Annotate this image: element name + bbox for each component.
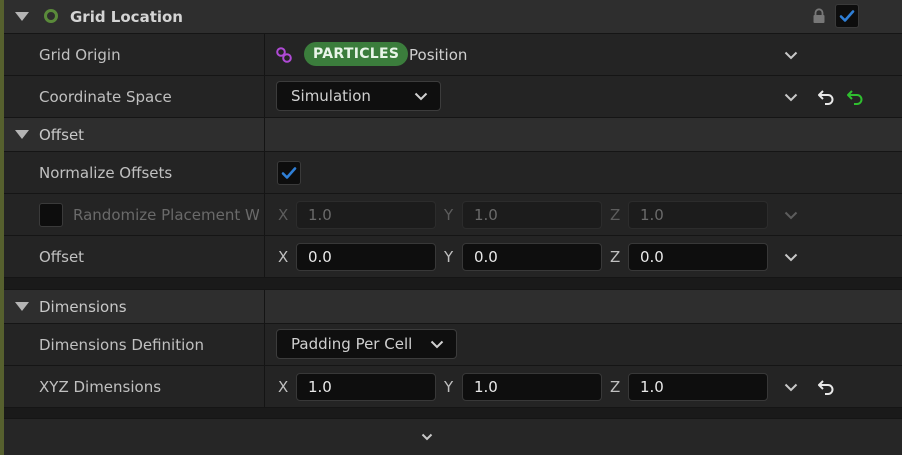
- xyz-dimensions-label: XYZ Dimensions: [39, 377, 162, 396]
- randomize-placement-label: Randomize Placement Wi: [73, 205, 259, 224]
- property-row-offset: Offset X 0.0 Y 0.0 Z 0.0: [4, 236, 902, 277]
- chevron-down-icon[interactable]: [782, 46, 800, 64]
- section-header-grid-location[interactable]: Grid Location: [4, 0, 902, 33]
- section-enabled-checkbox[interactable]: [835, 4, 859, 28]
- xyz-z-field[interactable]: 1.0: [628, 373, 768, 401]
- randomize-x-field[interactable]: 1.0: [296, 201, 436, 229]
- axis-z-label: Z: [610, 247, 621, 266]
- xyz-y-field[interactable]: 1.0: [462, 373, 602, 401]
- group-header-dimensions[interactable]: Dimensions: [4, 290, 902, 323]
- namespace-badge: PARTICLES: [304, 42, 409, 66]
- reset-override-icon[interactable]: [845, 87, 865, 107]
- group-spacer: [4, 408, 902, 418]
- chevron-down-icon[interactable]: [418, 428, 436, 446]
- property-row-xyz-dimensions: XYZ Dimensions X 1.0 Y 1.0 Z 1.0: [4, 366, 902, 407]
- coordinate-space-dropdown[interactable]: Simulation: [276, 81, 441, 111]
- axis-y-label: Y: [444, 247, 454, 266]
- particles-badge: PARTICLES: [304, 42, 409, 66]
- dimensions-group-title: Dimensions: [39, 297, 127, 316]
- collapse-triangle-icon[interactable]: [15, 302, 29, 311]
- reset-to-default-icon[interactable]: [816, 377, 836, 397]
- axis-x-label: X: [278, 377, 289, 396]
- section-title: Grid Location: [70, 7, 183, 26]
- link-icon[interactable]: [274, 45, 294, 65]
- randomize-placement-checkbox[interactable]: [39, 203, 63, 227]
- collapse-triangle-icon[interactable]: [15, 12, 29, 21]
- coordinate-space-value: Simulation: [291, 87, 371, 105]
- xyz-x-field[interactable]: 1.0: [296, 373, 436, 401]
- lock-icon[interactable]: [810, 7, 828, 25]
- dimensions-definition-dropdown[interactable]: Padding Per Cell: [276, 329, 457, 359]
- offset-z-field[interactable]: 0.0: [628, 243, 768, 271]
- dimensions-definition-value: Padding Per Cell: [291, 335, 413, 353]
- axis-y-label: Y: [444, 377, 454, 396]
- property-row-randomize-placement: Randomize Placement Wi X 1.0 Y 1.0 Z 1.0: [4, 194, 902, 235]
- offset-y-field[interactable]: 0.0: [462, 243, 602, 271]
- normalize-offsets-checkbox[interactable]: [277, 161, 301, 185]
- axis-y-label: Y: [444, 205, 454, 224]
- coordinate-space-label: Coordinate Space: [39, 87, 172, 106]
- property-row-coordinate-space: Coordinate Space Simulation: [4, 76, 902, 117]
- chevron-down-icon: [414, 92, 428, 100]
- advanced-properties-expander[interactable]: [4, 419, 902, 455]
- chevron-down-icon[interactable]: [782, 206, 800, 224]
- collapse-triangle-icon[interactable]: [15, 130, 29, 139]
- chevron-down-icon[interactable]: [782, 88, 800, 106]
- normalize-offsets-label: Normalize Offsets: [39, 163, 173, 182]
- property-row-grid-origin: Grid Origin PARTICLES Position: [4, 34, 902, 75]
- offset-x-field[interactable]: 0.0: [296, 243, 436, 271]
- grid-origin-value[interactable]: Position: [409, 34, 467, 75]
- chevron-down-icon: [430, 340, 444, 348]
- property-row-normalize-offsets: Normalize Offsets: [4, 152, 902, 193]
- group-spacer: [4, 278, 902, 289]
- axis-z-label: Z: [610, 377, 621, 396]
- chevron-down-icon[interactable]: [782, 248, 800, 266]
- randomize-z-field[interactable]: 1.0: [628, 201, 768, 229]
- group-header-offset[interactable]: Offset: [4, 118, 902, 151]
- property-row-dimensions-definition: Dimensions Definition Padding Per Cell: [4, 324, 902, 365]
- check-icon: [839, 10, 855, 22]
- offset-label: Offset: [39, 247, 85, 266]
- reset-to-default-icon[interactable]: [816, 87, 836, 107]
- module-status-icon: [44, 9, 58, 23]
- check-icon: [281, 167, 297, 179]
- dimensions-definition-label: Dimensions Definition: [39, 335, 204, 354]
- axis-x-label: X: [278, 205, 289, 224]
- offset-group-title: Offset: [39, 125, 85, 144]
- grid-origin-label: Grid Origin: [39, 45, 121, 64]
- chevron-down-icon[interactable]: [782, 378, 800, 396]
- randomize-y-field[interactable]: 1.0: [462, 201, 602, 229]
- details-panel: Grid Location Grid Origin PARTICLES Posi…: [4, 0, 902, 455]
- axis-z-label: Z: [610, 205, 621, 224]
- axis-x-label: X: [278, 247, 289, 266]
